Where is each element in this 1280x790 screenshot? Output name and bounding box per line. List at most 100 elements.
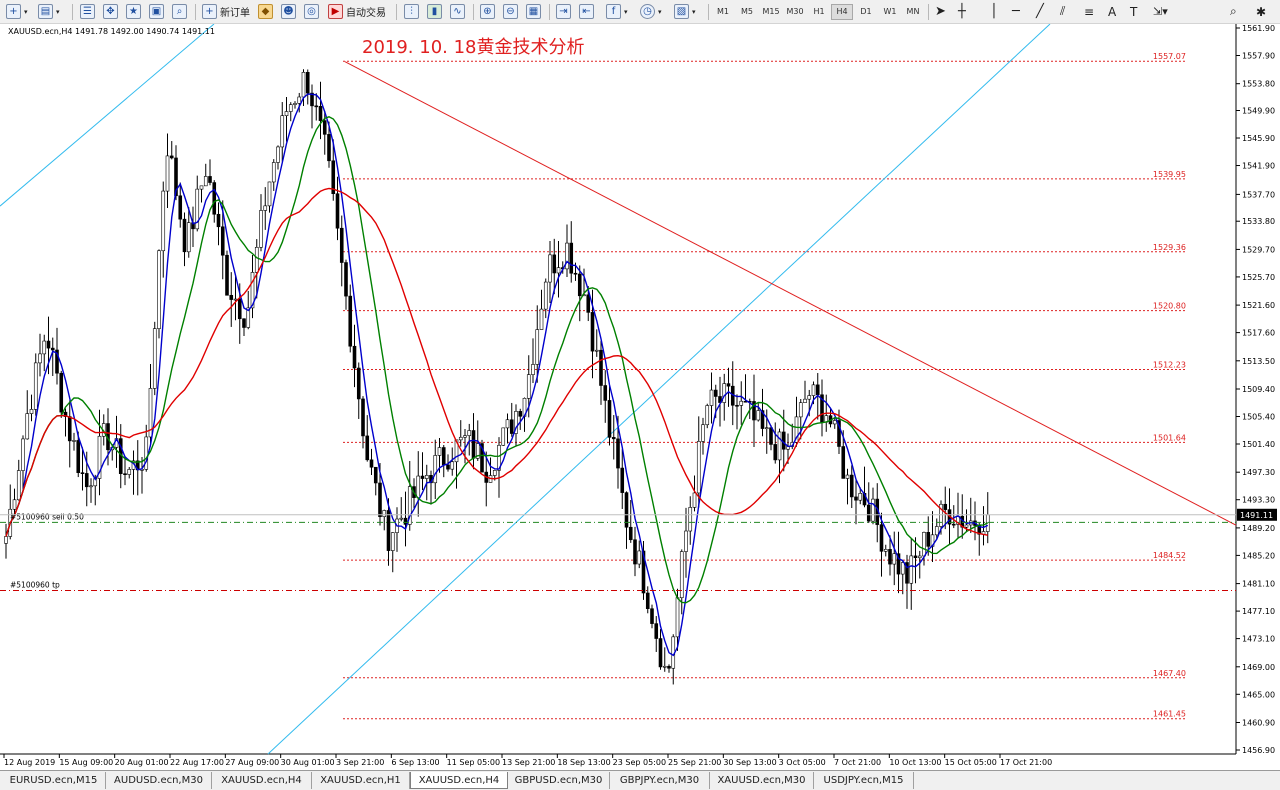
candle-bear — [242, 318, 246, 328]
search-button[interactable]: ⌕ — [1230, 3, 1237, 20]
zoom-in-icon: ⊕ — [480, 4, 495, 19]
candle-chart-button[interactable]: ▮ — [427, 3, 445, 20]
timeframe-mn[interactable]: MN — [902, 4, 924, 20]
tab-usdjpy-m15[interactable]: USDJPY.ecn,M15 — [814, 772, 914, 789]
zoom-out-button[interactable]: ⊖ — [503, 3, 521, 20]
tile-button[interactable]: ▦ — [526, 3, 544, 20]
tab-eurusd-m15[interactable]: EURUSD.ecn,M15 — [2, 772, 106, 789]
candle-bear — [46, 340, 51, 349]
zoom-in-button[interactable]: ⊕ — [480, 3, 498, 20]
candle-bull — [539, 308, 544, 330]
channel-icon: ⫽ — [1060, 4, 1066, 18]
x-tick-label: 11 Sep 05:00 — [447, 758, 500, 767]
candle-bull — [900, 562, 905, 575]
candle-bull — [777, 431, 782, 461]
candle-bull — [467, 430, 472, 436]
cursor-tool[interactable]: ➤ — [935, 3, 946, 20]
accounts-button[interactable]: ☻ — [281, 3, 299, 20]
candle-bull — [871, 498, 875, 522]
candle-bull — [556, 267, 561, 274]
profiles-button[interactable]: ▤ ▾ — [38, 3, 60, 20]
navigator-button[interactable]: ✥ — [103, 3, 121, 20]
timeframe-m5[interactable]: M5 — [736, 4, 758, 20]
candle-bear — [169, 155, 174, 159]
tab-xauusd-h1[interactable]: XAUUSD.ecn,H1 — [312, 772, 410, 789]
bar-chart-button[interactable]: ⫶ — [404, 3, 422, 20]
timeframe-m30[interactable]: M30 — [784, 4, 806, 20]
settings-button[interactable]: ✱ — [1256, 3, 1266, 20]
fib-level-label: 1539.95 — [1153, 170, 1186, 179]
candle-bull — [263, 205, 268, 211]
candle-bull — [662, 665, 667, 668]
price-chart[interactable]: 1561.90 1557.90 1553.80 1549.90 1545.90 1541.… — [0, 23, 1280, 770]
fibonacci-tool[interactable]: ≡ — [1084, 3, 1094, 20]
metaeditor-button[interactable]: ◆ — [258, 3, 276, 20]
candle-bear — [913, 555, 918, 559]
candle-bull — [526, 374, 531, 399]
y-tick-label: 1549.90 — [1242, 107, 1275, 116]
candle-bear — [769, 427, 773, 445]
candle-bull — [535, 329, 540, 365]
text-tool[interactable]: A — [1108, 3, 1116, 20]
y-tick-label: 1529.70 — [1242, 245, 1275, 254]
candle-bull — [548, 254, 552, 283]
favorites-button[interactable]: ★ — [126, 3, 144, 20]
candle-bull — [284, 111, 289, 116]
period-icon: ◷ — [640, 4, 655, 19]
indicators-button[interactable]: f ▾ — [606, 3, 628, 20]
candle-bear — [590, 312, 595, 352]
star-icon: ★ — [126, 4, 141, 19]
tab-gbpusd-m30[interactable]: GBPUSD.ecn,M30 — [508, 772, 610, 789]
candle-bull — [505, 419, 510, 429]
terminal-button[interactable]: ▣ — [149, 3, 167, 20]
candle-bear — [378, 482, 382, 517]
timeframe-d1[interactable]: D1 — [855, 4, 877, 20]
chart-window[interactable]: 1561.90 1557.90 1553.80 1549.90 1545.90 1541.… — [0, 23, 1280, 770]
trendline-tool[interactable]: ╱ — [1036, 3, 1044, 20]
candle-bear — [815, 384, 820, 396]
chart-shift-button[interactable]: ⇤ — [579, 3, 597, 20]
tab-xauusd-m30[interactable]: XAUUSD.ecn,M30 — [710, 772, 814, 789]
timeframe-w1[interactable]: W1 — [879, 4, 901, 20]
candle-bull — [4, 536, 8, 544]
candle-bull — [807, 395, 812, 400]
tab-xauusd-h4-active[interactable]: XAUUSD.ecn,H4 — [410, 772, 508, 789]
tab-gbpjpy-m30[interactable]: GBPJPY.ecn,M30 — [610, 772, 710, 789]
candle-bull — [458, 436, 463, 441]
new-chart-button[interactable]: + ▾ — [6, 3, 28, 20]
new-order-button[interactable]: + 新订单 — [202, 3, 250, 20]
toolbar-separator — [708, 4, 709, 20]
horizontal-line-tool[interactable]: ─ — [1012, 3, 1020, 20]
label-tool[interactable]: T — [1130, 3, 1137, 20]
autoscroll-button[interactable]: ⇥ — [556, 3, 574, 20]
auto-trade-button[interactable]: ▶ 自动交易 — [328, 3, 386, 20]
candle-bear — [356, 367, 361, 400]
candle-bull — [382, 510, 387, 517]
timeframe-h4[interactable]: H4 — [831, 4, 853, 20]
channel-tool[interactable]: ⫽ — [1060, 3, 1065, 20]
x-tick-label: 23 Sep 05:00 — [613, 758, 666, 767]
arrows-tool[interactable]: ⇲▾ — [1153, 3, 1168, 20]
candle-bear — [552, 254, 557, 274]
fib-level-label: 1484.52 — [1153, 551, 1186, 560]
templates-button[interactable]: ▧ ▾ — [674, 3, 696, 20]
y-tick-label: 1465.00 — [1242, 690, 1275, 699]
signals-button[interactable]: ◎ — [304, 3, 322, 20]
period-button[interactable]: ◷ ▾ — [640, 3, 662, 20]
candle-bull — [259, 210, 263, 248]
tab-xauusd-h4-1[interactable]: XAUUSD.ecn,H4 — [212, 772, 312, 789]
timeframe-h1[interactable]: H1 — [808, 4, 830, 20]
market-watch-button[interactable]: ☰ — [80, 3, 98, 20]
tester-button[interactable]: ⌕ — [172, 3, 190, 20]
candle-bear — [446, 464, 450, 470]
crosshair-tool[interactable]: ┼ — [958, 3, 966, 20]
candle-bear — [339, 227, 344, 263]
candle-bull — [883, 549, 888, 552]
timeframe-m1[interactable]: M1 — [712, 4, 734, 20]
timeframe-m15[interactable]: M15 — [760, 4, 782, 20]
line-chart-button[interactable]: ∿ — [450, 3, 468, 20]
candle-bull — [437, 447, 442, 456]
candle-bull — [29, 409, 34, 414]
vertical-line-tool[interactable]: │ — [990, 3, 998, 20]
tab-audusd-m30[interactable]: AUDUSD.ecn,M30 — [106, 772, 212, 789]
